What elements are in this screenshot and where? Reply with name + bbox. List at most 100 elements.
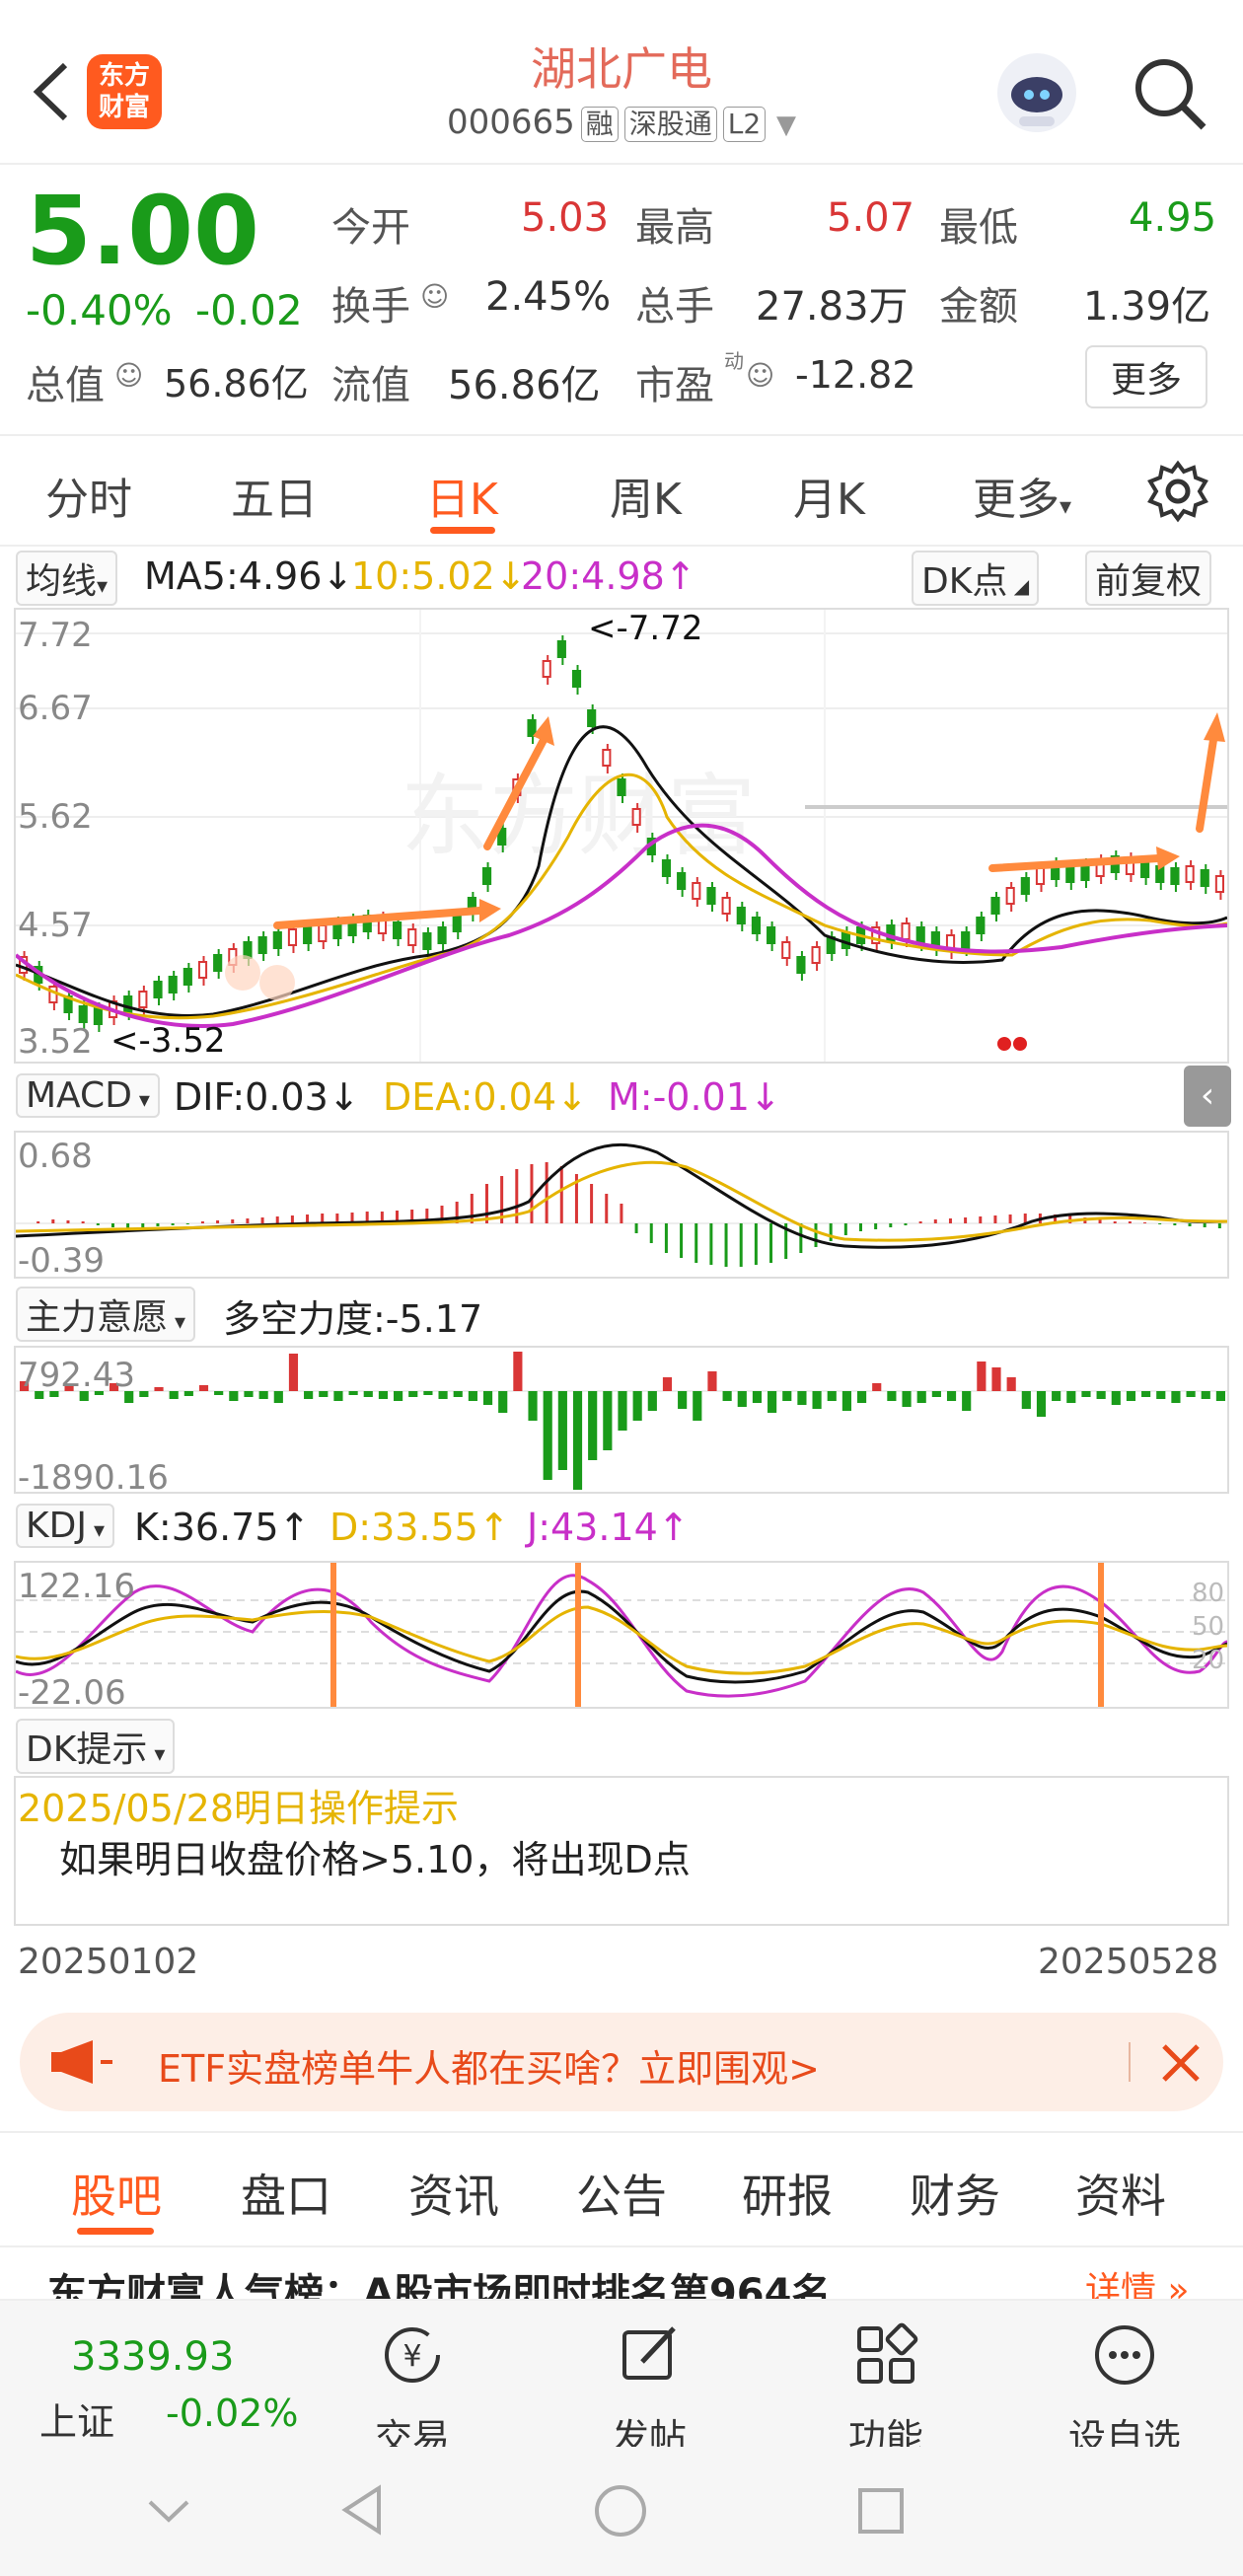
info-icon[interactable]: ☺: [420, 280, 449, 313]
robot-avatar-icon[interactable]: [991, 47, 1082, 138]
collapse-icon[interactable]: [144, 2486, 193, 2539]
macd-bar: [216, 1220, 220, 1223]
collapse-panel-icon[interactable]: ‹: [1184, 1066, 1231, 1127]
mainforce-bar: [962, 1391, 972, 1411]
mainforce-bar: [1186, 1391, 1196, 1397]
mainforce-bar: [244, 1391, 254, 1397]
macd-bar: [933, 1219, 937, 1223]
mainforce-bar: [214, 1391, 224, 1395]
mainforce-bar: [722, 1391, 732, 1401]
popularity-more[interactable]: 详情 »: [1085, 2269, 1189, 2299]
tag-connect: 深股通: [623, 107, 717, 142]
tab-news[interactable]: 资讯: [408, 2161, 499, 2226]
mainforce-bar: [1096, 1391, 1106, 1399]
mainforce-bar: [693, 1391, 702, 1421]
mainforce-bar: [423, 1391, 433, 1395]
macd-bar: [799, 1223, 803, 1253]
kdj-chart[interactable]: 122.16 -22.06 80 50 20: [14, 1561, 1229, 1713]
settings-gear-icon[interactable]: [1146, 460, 1209, 523]
close-icon[interactable]: [1154, 2036, 1207, 2090]
ma-selector[interactable]: 均线▾: [16, 551, 118, 606]
mainforce-bar: [154, 1387, 164, 1391]
macd-bar: [246, 1218, 250, 1223]
tab-five-day[interactable]: 五日: [231, 464, 318, 527]
info-icon[interactable]: ☺: [114, 359, 143, 392]
popularity-strip[interactable]: 东方财富人气榜：A股市场即时排名第964名 详情 »: [0, 2269, 1243, 2299]
candle: [542, 660, 551, 678]
mainforce-bar: [304, 1391, 314, 1399]
macd-bar: [1008, 1214, 1012, 1223]
active-tab-indicator: [430, 527, 495, 534]
kdj-chart-svg: [16, 1563, 1227, 1707]
trade-icon[interactable]: ¥: [333, 2320, 491, 2403]
more-dots-icon[interactable]: [1046, 2320, 1204, 2403]
mainforce-bar: [887, 1391, 897, 1401]
amount-value: 1.39亿: [1083, 284, 1211, 330]
post-icon[interactable]: [570, 2320, 728, 2403]
mainforce-bar: [1006, 1377, 1016, 1391]
tab-monthly-k[interactable]: 月K: [793, 464, 865, 527]
mainforce-bar: [1141, 1391, 1151, 1397]
date-start: 20250102: [18, 1942, 199, 1982]
tab-more[interactable]: 更多▾: [973, 464, 1071, 527]
macd-bar: [171, 1223, 175, 1225]
macd-bar: [993, 1215, 997, 1223]
tab-daily-k[interactable]: 日K: [426, 464, 498, 527]
macd-bar: [1203, 1223, 1206, 1227]
info-icon[interactable]: ☺: [746, 359, 774, 392]
popularity-text: 东方财富人气榜：A股市场即时排名第964名: [47, 2271, 832, 2299]
macd-bar: [739, 1223, 743, 1267]
dk-tip-selector[interactable]: DK提示 ▾: [16, 1719, 176, 1774]
tab-weekly-k[interactable]: 周K: [610, 464, 682, 527]
candle: [1020, 877, 1030, 895]
dropdown-icon[interactable]: ▼: [776, 110, 796, 140]
tab-timeshare[interactable]: 分时: [45, 464, 132, 527]
last-price: 5.00: [26, 176, 259, 286]
home-nav-icon[interactable]: [592, 2482, 649, 2543]
mainforce-chart[interactable]: 792.43 -1890.16: [14, 1346, 1229, 1498]
search-icon[interactable]: [1131, 54, 1209, 133]
more-button[interactable]: 更多: [1085, 345, 1208, 408]
apps-grid-icon[interactable]: [807, 2320, 965, 2403]
macd-bar: [605, 1194, 609, 1223]
back-nav-icon[interactable]: [335, 2482, 391, 2541]
megaphone-icon: [47, 2036, 116, 2088]
mainforce-bar: [737, 1391, 747, 1407]
tab-profile[interactable]: 资料: [1075, 2161, 1166, 2226]
mainforce-bar: [1036, 1391, 1047, 1417]
macd-bar: [1113, 1221, 1117, 1223]
mainforce-bar: [647, 1391, 657, 1411]
kdj-selector[interactable]: KDJ ▾: [16, 1504, 114, 1548]
mainforce-chart-svg: [16, 1352, 1227, 1490]
macd-chart[interactable]: 0.68 -0.39: [14, 1131, 1229, 1281]
index-value[interactable]: 3339.93: [71, 2334, 234, 2380]
macd-selector[interactable]: MACD ▾: [16, 1073, 160, 1118]
dk-point-selector[interactable]: DK点 ◢: [912, 551, 1040, 606]
mainforce-bar: [229, 1391, 239, 1401]
open-label: 今开: [331, 205, 410, 251]
y-axis-label: 6.67: [18, 689, 93, 728]
mainforce-selector[interactable]: 主力意愿 ▾: [16, 1287, 196, 1342]
candle: [602, 749, 612, 767]
kdj-level-label: 80: [1192, 1579, 1225, 1608]
mainforce-bar: [1156, 1391, 1166, 1399]
macd-bar: [695, 1223, 698, 1263]
kdj-level-label: 50: [1192, 1612, 1225, 1642]
tab-research[interactable]: 研报: [742, 2161, 833, 2226]
candle: [767, 926, 776, 944]
tab-announcements[interactable]: 公告: [576, 2161, 667, 2226]
candlestick-chart[interactable]: 东方财富 <-7.72 <-3.52 7.72 6.67 5.62 4.57 3…: [14, 608, 1229, 1064]
adjust-selector[interactable]: 前复权: [1085, 551, 1212, 606]
mainforce-bar: [498, 1391, 508, 1413]
dk-tip-text: 如果明日收盘价格>5.10，将出现D点: [59, 1838, 691, 1881]
candle: [976, 917, 986, 934]
mainforce-bar: [363, 1391, 373, 1397]
tab-finance[interactable]: 财务: [910, 2161, 1000, 2226]
promo-banner[interactable]: ETF实盘榜单牛人都在买啥？立即围观>: [20, 2013, 1223, 2111]
candle: [1140, 860, 1150, 878]
tab-pankou[interactable]: 盘口: [241, 2161, 331, 2226]
tab-guba[interactable]: 股吧: [71, 2161, 162, 2226]
candle: [556, 640, 566, 658]
recents-nav-icon[interactable]: [854, 2484, 908, 2541]
candle: [901, 922, 911, 940]
